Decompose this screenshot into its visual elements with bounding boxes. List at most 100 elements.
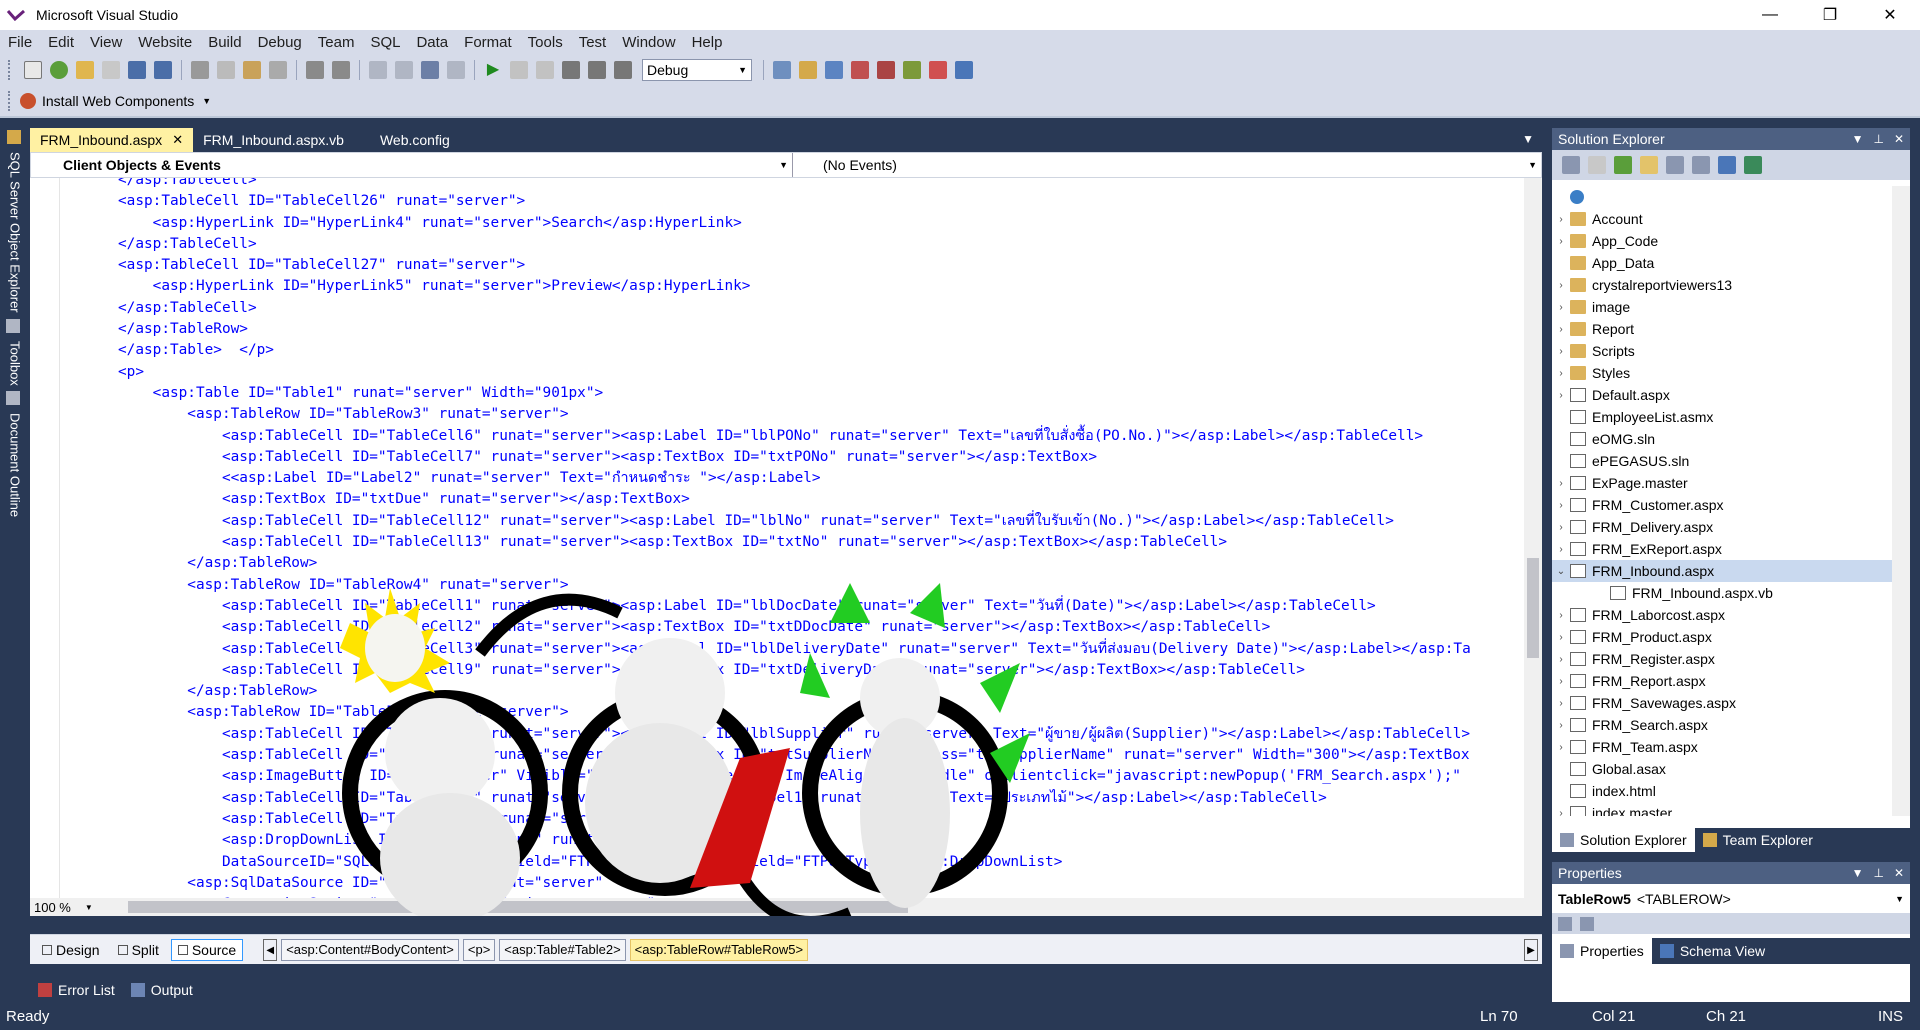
code-line[interactable]: <p>: [118, 362, 1471, 383]
code-line[interactable]: </asp:TableCell>: [118, 178, 1471, 191]
view-designer-icon[interactable]: [1692, 156, 1710, 174]
find-icon[interactable]: [269, 61, 287, 79]
close-icon[interactable]: ✕: [1894, 132, 1904, 146]
code-line[interactable]: <asp:TextBox ID="txtDue" runat="server">…: [118, 489, 1471, 510]
menu-view[interactable]: View: [82, 34, 130, 51]
refresh-icon[interactable]: [1614, 156, 1632, 174]
tree-item-default-aspx[interactable]: › Default.aspx: [1552, 384, 1910, 406]
tree-item-account[interactable]: › Account: [1552, 208, 1910, 230]
expand-arrow-icon[interactable]: ›: [1552, 522, 1570, 533]
menu-window[interactable]: Window: [614, 34, 683, 51]
client-objects-dropdown[interactable]: Client Objects & Events ▼: [31, 153, 793, 177]
solution-scrollbar[interactable]: [1892, 186, 1910, 816]
error-list-tab[interactable]: Error List: [30, 978, 123, 1002]
solution-explorer-icon[interactable]: [799, 61, 817, 79]
add-new-item-icon[interactable]: [102, 61, 120, 79]
menu-edit[interactable]: Edit: [40, 34, 82, 51]
alphabetical-icon[interactable]: [1579, 917, 1594, 931]
find-in-files-icon[interactable]: [773, 61, 791, 79]
properties-tab[interactable]: Properties: [1552, 938, 1652, 964]
navigate-forward-icon[interactable]: [447, 61, 465, 79]
step-over-icon[interactable]: [588, 61, 606, 79]
tree-item-frm-product-aspx[interactable]: › FRM_Product.aspx: [1552, 626, 1910, 648]
document-outline-tab[interactable]: Document Outline: [0, 385, 26, 518]
expand-arrow-icon[interactable]: ›: [1552, 500, 1570, 511]
toolbox-tab[interactable]: Toolbox: [0, 313, 26, 385]
tree-item-frm-inbound-aspx-vb[interactable]: FRM_Inbound.aspx.vb: [1552, 582, 1910, 604]
start-debug-icon[interactable]: ▶: [484, 61, 502, 79]
code-line[interactable]: </asp:TableCell>: [118, 234, 1471, 255]
asp-net-configuration-icon[interactable]: [1744, 156, 1762, 174]
expand-arrow-icon[interactable]: ›: [1552, 654, 1570, 665]
properties-icon[interactable]: [1562, 156, 1580, 174]
tree-item-global-asax[interactable]: Global.asax: [1552, 758, 1910, 780]
save-all-icon[interactable]: [154, 61, 172, 79]
events-dropdown[interactable]: (No Events) ▼: [793, 153, 1541, 177]
tree-item-index-html[interactable]: index.html: [1552, 780, 1910, 802]
expand-arrow-icon[interactable]: ›: [1552, 632, 1570, 643]
scroll-thumb[interactable]: [1527, 558, 1539, 658]
close-icon[interactable]: ✕: [172, 132, 183, 148]
uncomment-icon[interactable]: [332, 61, 350, 79]
code-line[interactable]: <asp:TableCell ID="TableCell12" runat="s…: [118, 511, 1471, 532]
code-line[interactable]: </asp:TableRow>: [118, 553, 1471, 574]
undo-icon[interactable]: [369, 61, 387, 79]
pin-icon[interactable]: ⊥: [1873, 866, 1883, 880]
menu-data[interactable]: Data: [408, 34, 456, 51]
menu-debug[interactable]: Debug: [250, 34, 310, 51]
tab-frm-inbound-aspx-vb[interactable]: FRM_Inbound.aspx.vb: [193, 128, 354, 152]
extension-manager-icon[interactable]: [929, 61, 947, 79]
expand-arrow-icon[interactable]: ›: [1552, 324, 1570, 335]
toolbar-grip[interactable]: [8, 91, 12, 111]
code-line[interactable]: </asp:TableCell>: [118, 298, 1471, 319]
tree-item-scripts[interactable]: › Scripts: [1552, 340, 1910, 362]
paste-icon[interactable]: [243, 61, 261, 79]
output-tab[interactable]: Output: [123, 978, 201, 1002]
cut-icon[interactable]: [191, 61, 209, 79]
code-line[interactable]: <asp:HyperLink ID="HyperLink5" runat="se…: [118, 276, 1471, 297]
design-view-button[interactable]: Design: [36, 939, 106, 961]
expand-arrow-icon[interactable]: ›: [1552, 698, 1570, 709]
vertical-scrollbar[interactable]: [1524, 178, 1542, 898]
tree-item-frm-delivery-aspx[interactable]: › FRM_Delivery.aspx: [1552, 516, 1910, 538]
code-line[interactable]: <asp:Table ID="Table1" runat="server" Wi…: [118, 383, 1471, 404]
tree-item-report[interactable]: › Report: [1552, 318, 1910, 340]
expand-arrow-icon[interactable]: ›: [1552, 676, 1570, 687]
tree-item-expage-master[interactable]: › ExPage.master: [1552, 472, 1910, 494]
tab-web-config[interactable]: Web.config: [370, 128, 460, 152]
pin-icon[interactable]: ⊥: [1873, 132, 1883, 146]
object-browser-icon[interactable]: [851, 61, 869, 79]
menu-format[interactable]: Format: [456, 34, 520, 51]
expand-arrow-icon[interactable]: ›: [1552, 390, 1570, 401]
pane-dropdown-icon[interactable]: ▼: [1852, 132, 1864, 146]
menu-sql[interactable]: SQL: [362, 34, 408, 51]
close-button[interactable]: ✕: [1860, 0, 1920, 30]
tree-item-frm-exreport-aspx[interactable]: › FRM_ExReport.aspx: [1552, 538, 1910, 560]
tree-item-frm-report-aspx[interactable]: › FRM_Report.aspx: [1552, 670, 1910, 692]
show-all-files-icon[interactable]: [1588, 156, 1606, 174]
expand-arrow-icon[interactable]: ›: [1552, 742, 1570, 753]
toolbar-grip[interactable]: [8, 60, 12, 80]
expand-arrow-icon[interactable]: ›: [1552, 346, 1570, 357]
categorized-icon[interactable]: [1558, 917, 1572, 931]
tree-item-index-master[interactable]: › index.master: [1552, 802, 1910, 816]
expand-arrow-icon[interactable]: ›: [1552, 544, 1570, 555]
crumb-p[interactable]: <p>: [462, 938, 496, 961]
copy-website-icon[interactable]: [1718, 156, 1736, 174]
menu-team[interactable]: Team: [310, 34, 363, 51]
team-explorer-icon[interactable]: [903, 61, 921, 79]
crumb-tablerow[interactable]: <asp:TableRow#TableRow5>: [629, 938, 809, 961]
expand-arrow-icon[interactable]: ›: [1552, 280, 1570, 291]
menu-help[interactable]: Help: [684, 34, 731, 51]
tree-item-frm-team-aspx[interactable]: › FRM_Team.aspx: [1552, 736, 1910, 758]
expand-arrow-icon[interactable]: ›: [1552, 302, 1570, 313]
tree-item-eomg-sln[interactable]: eOMG.sln: [1552, 428, 1910, 450]
zoom-dropdown[interactable]: 100 % ▼: [30, 898, 122, 916]
expand-arrow-icon[interactable]: ›: [1552, 808, 1570, 817]
tree-item-frm-register-aspx[interactable]: › FRM_Register.aspx: [1552, 648, 1910, 670]
expand-arrow-icon[interactable]: ⌄: [1552, 566, 1570, 577]
code-line[interactable]: <asp:TableCell ID="TableCell26" runat="s…: [118, 191, 1471, 212]
menu-file[interactable]: File: [0, 34, 40, 51]
expand-arrow-icon[interactable]: ›: [1552, 236, 1570, 247]
expand-arrow-icon[interactable]: ›: [1552, 720, 1570, 731]
